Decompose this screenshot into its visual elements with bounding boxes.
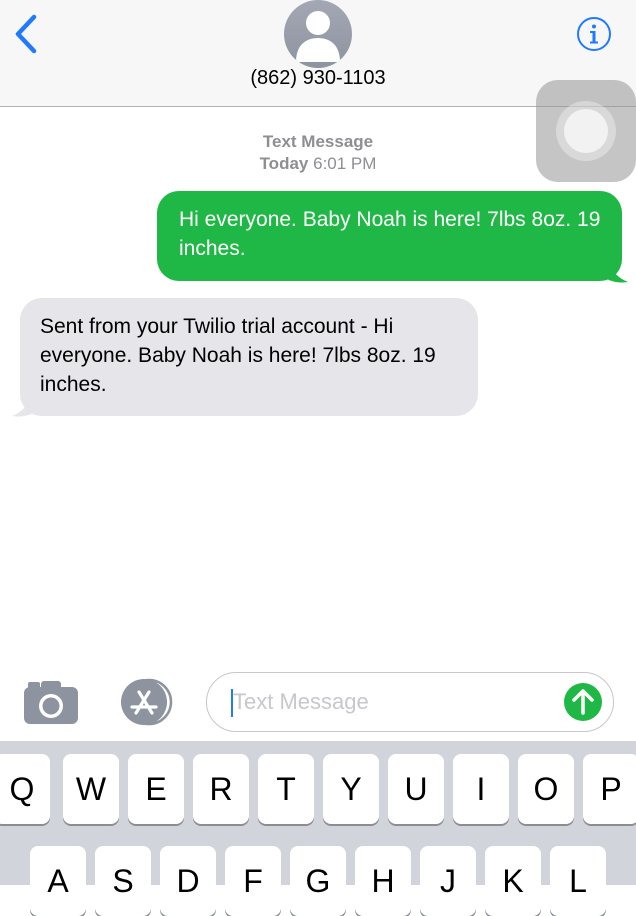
- back-button[interactable]: [12, 14, 42, 54]
- info-button[interactable]: [576, 16, 612, 52]
- arrow-up-icon: [572, 689, 594, 715]
- key-o[interactable]: O: [518, 754, 574, 824]
- camera-icon: [24, 681, 78, 724]
- key-j[interactable]: J: [420, 846, 476, 916]
- info-circle-icon: [577, 17, 611, 51]
- assistive-touch-button[interactable]: [536, 80, 636, 182]
- app-store-button[interactable]: [114, 677, 176, 727]
- sent-bubble-tail: [600, 262, 628, 283]
- key-a[interactable]: A: [30, 846, 86, 916]
- key-t[interactable]: T: [258, 754, 314, 824]
- app-store-icon: [121, 678, 173, 726]
- key-y[interactable]: Y: [323, 754, 379, 824]
- key-l[interactable]: L: [550, 846, 606, 916]
- received-bubble-tail: [12, 396, 40, 417]
- key-u[interactable]: U: [388, 754, 444, 824]
- key-q[interactable]: Q: [0, 754, 50, 824]
- date-label: Today: [259, 154, 309, 173]
- key-s[interactable]: S: [95, 846, 151, 916]
- key-e[interactable]: E: [128, 754, 184, 824]
- key-i[interactable]: I: [453, 754, 509, 824]
- person-silhouette-icon: [296, 11, 340, 62]
- key-w[interactable]: W: [63, 754, 119, 824]
- chevron-left-icon: [15, 14, 37, 54]
- key-k[interactable]: K: [485, 846, 541, 916]
- key-d[interactable]: D: [160, 846, 216, 916]
- key-r[interactable]: R: [193, 754, 249, 824]
- message-input[interactable]: [227, 687, 553, 717]
- key-p[interactable]: P: [583, 754, 636, 824]
- keyboard: Q W E R T Y U I O P A S D F G H J K L: [0, 741, 636, 916]
- camera-button[interactable]: [22, 678, 80, 726]
- send-button[interactable]: [564, 683, 602, 721]
- contact-avatar[interactable]: [284, 0, 352, 68]
- message-input-box[interactable]: [206, 672, 614, 732]
- key-f[interactable]: F: [225, 846, 281, 916]
- key-h[interactable]: H: [355, 846, 411, 916]
- sent-message-bubble[interactable]: Hi everyone. Baby Noah is here! 7lbs 8oz…: [157, 191, 622, 281]
- time-label: 6:01 PM: [313, 154, 377, 173]
- key-g[interactable]: G: [290, 846, 346, 916]
- assistive-touch-center: [564, 109, 608, 153]
- received-message-bubble[interactable]: Sent from your Twilio trial account - Hi…: [20, 298, 478, 416]
